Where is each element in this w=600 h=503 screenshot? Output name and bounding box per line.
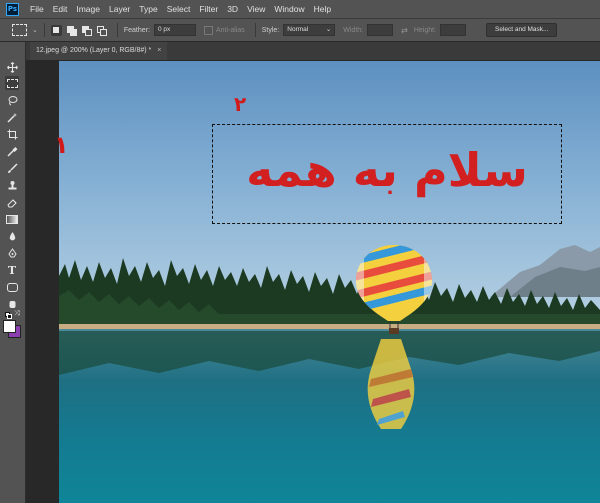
foreground-color-swatch[interactable] <box>3 320 16 333</box>
menu-window[interactable]: Window <box>274 4 304 14</box>
close-icon[interactable]: × <box>157 47 161 54</box>
add-to-selection-button[interactable] <box>66 25 77 36</box>
marquee-preset-icon[interactable] <box>12 24 27 36</box>
chevron-down-icon[interactable]: ⌄ <box>32 26 38 34</box>
feather-input[interactable]: 0 px <box>153 24 196 36</box>
canvas-text: سلام به همه <box>246 143 528 197</box>
menu-filter[interactable]: Filter <box>199 4 218 14</box>
hot-air-balloon <box>356 245 432 334</box>
shape-tool-icon[interactable] <box>5 280 19 294</box>
chevron-down-icon: ⌄ <box>325 26 332 33</box>
width-input[interactable] <box>367 24 394 36</box>
height-label: Height: <box>413 26 436 34</box>
lasso-tool-icon[interactable] <box>5 93 19 107</box>
pen-tool-icon[interactable] <box>5 246 19 260</box>
intersect-selection-button[interactable] <box>96 25 107 36</box>
tools-panel: T ⤨ <box>0 42 26 503</box>
divider <box>43 23 45 37</box>
default-colors-icon[interactable] <box>5 312 12 319</box>
antialias-label: Anti-alias <box>215 26 245 34</box>
blur-tool-icon[interactable] <box>5 229 19 243</box>
document-tab[interactable]: 12.jpeg @ 200% (Layer 0, RGB/8#) * × <box>30 42 168 60</box>
height-input[interactable] <box>440 24 466 36</box>
menu-type[interactable]: Type <box>139 4 157 14</box>
menu-3d[interactable]: 3D <box>227 4 238 14</box>
marquee-tool-icon[interactable] <box>5 76 19 90</box>
type-tool-icon[interactable]: T <box>5 263 19 277</box>
document-tab-bar: 12.jpeg @ 200% (Layer 0, RGB/8#) * × <box>26 42 600 60</box>
style-value: Normal <box>287 26 309 33</box>
swap-colors-icon[interactable]: ⤨ <box>14 309 20 318</box>
menu-file[interactable]: File <box>30 4 44 14</box>
style-label: Style: <box>261 26 280 34</box>
menu-bar: Ps File Edit Image Layer Type Select Fil… <box>0 0 600 19</box>
crop-tool-icon[interactable] <box>5 127 19 141</box>
forest-reflection <box>59 331 600 375</box>
new-selection-button[interactable] <box>50 24 62 36</box>
document-tab-title: 12.jpeg @ 200% (Layer 0, RGB/8#) * <box>36 47 152 54</box>
move-tool-icon[interactable] <box>5 60 19 74</box>
swap-width-height-icon[interactable]: ⇄ <box>401 26 408 35</box>
annotation-label-two: ۲ <box>234 92 247 116</box>
feather-label: Feather: <box>123 26 150 34</box>
eraser-tool-icon[interactable] <box>5 195 19 209</box>
menu-image[interactable]: Image <box>76 4 100 14</box>
select-and-mask-button[interactable]: Select and Mask... <box>486 23 558 37</box>
gradient-tool-icon[interactable] <box>5 212 19 226</box>
balloon-reflection <box>367 339 415 429</box>
eyedropper-tool-icon[interactable] <box>5 144 19 158</box>
antialias-checkbox[interactable] <box>203 25 213 35</box>
menu-edit[interactable]: Edit <box>53 4 68 14</box>
options-bar: ⌄ Feather: 0 px Anti-alias Style: Normal… <box>0 19 600 42</box>
menu-view[interactable]: View <box>247 4 265 14</box>
subtract-selection-button[interactable] <box>81 25 92 36</box>
annotation-label-one: ۱ <box>54 131 69 159</box>
forest <box>59 258 600 328</box>
brush-tool-icon[interactable] <box>5 161 19 175</box>
magic-wand-tool-icon[interactable] <box>5 110 19 124</box>
divider <box>116 23 118 37</box>
clone-stamp-tool-icon[interactable] <box>5 178 19 192</box>
menu-select[interactable]: Select <box>167 4 191 14</box>
menu-help[interactable]: Help <box>314 4 331 14</box>
style-select[interactable]: Normal ⌄ <box>283 24 336 36</box>
menu-layer[interactable]: Layer <box>109 4 130 14</box>
width-label: Width: <box>343 26 364 34</box>
divider <box>254 23 256 37</box>
photoshop-logo[interactable]: Ps <box>6 2 19 16</box>
